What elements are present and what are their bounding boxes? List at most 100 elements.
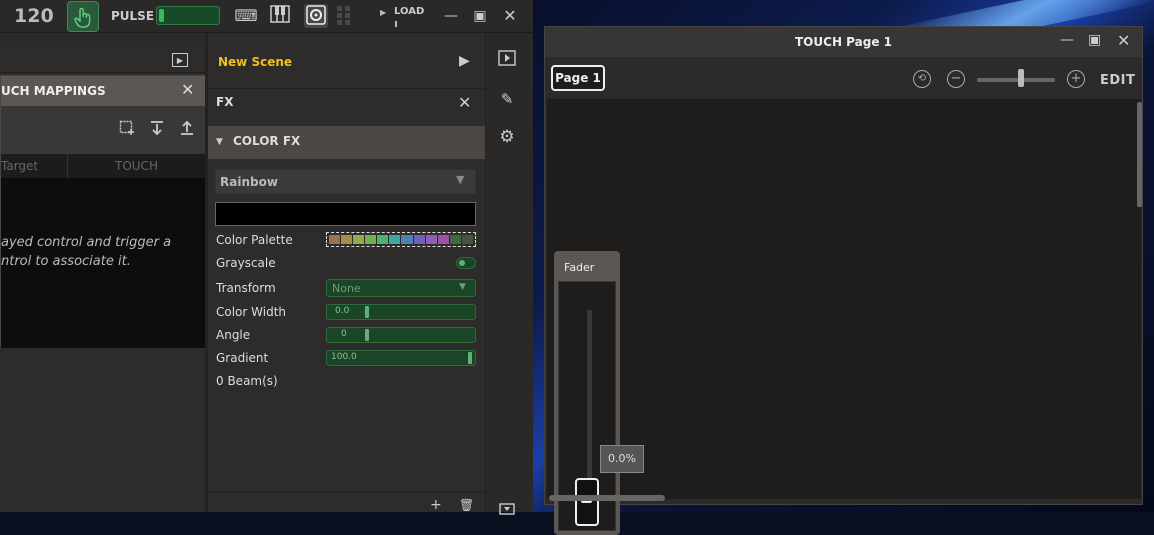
- touch-maximize-button[interactable]: ▣: [1088, 32, 1101, 48]
- play-icon[interactable]: ▶: [459, 53, 470, 69]
- add-mapping-icon[interactable]: [119, 120, 135, 139]
- touch-window-title: TOUCH Page 1: [795, 35, 892, 49]
- column-divider: [67, 154, 68, 178]
- transform-value: None: [332, 282, 361, 295]
- palette-swatch: [449, 235, 461, 244]
- pencil-icon[interactable]: ✎: [496, 88, 518, 110]
- angle-label: Angle: [216, 328, 251, 342]
- color-width-value: 0.0: [335, 306, 350, 316]
- load-label[interactable]: LOAD: [394, 6, 424, 17]
- maximize-button[interactable]: ▣: [470, 6, 490, 26]
- beam-count: 0 Beam(s): [216, 374, 278, 388]
- fader-handle[interactable]: [575, 478, 599, 526]
- import-icon[interactable]: [149, 120, 165, 139]
- palette-swatch: [437, 235, 449, 244]
- bpm-display[interactable]: 120: [14, 5, 54, 27]
- touch-canvas: Fader 0.0%: [547, 99, 1142, 535]
- load-arrow-icon[interactable]: ▶: [380, 8, 386, 17]
- play-panel-icon[interactable]: [496, 50, 518, 72]
- color-width-slider[interactable]: 0.0: [326, 304, 476, 320]
- zoom-in-icon[interactable]: +: [1067, 70, 1085, 88]
- load-meter: [395, 21, 397, 27]
- mappings-list: ayed control and trigger a ntrol to asso…: [1, 178, 209, 348]
- slider-knob[interactable]: [364, 306, 369, 318]
- fx-title: FX: [216, 95, 234, 109]
- palette-swatch: [329, 235, 341, 244]
- mappings-close-icon[interactable]: ✕: [181, 80, 194, 99]
- grayscale-label: Grayscale: [216, 256, 276, 270]
- add-icon[interactable]: +: [430, 497, 442, 513]
- fx-bottom-bar: + 🗑: [208, 491, 488, 513]
- palette-swatch: [425, 235, 437, 244]
- scene-title[interactable]: New Scene: [218, 55, 292, 69]
- transform-label: Transform: [216, 281, 276, 295]
- palette-swatch: [461, 235, 473, 244]
- right-icon-strip: ✎ ⚙: [485, 33, 533, 515]
- column-target[interactable]: Target: [1, 159, 38, 173]
- reset-zoom-icon[interactable]: ⟲: [913, 70, 931, 88]
- hand-tap-icon: [74, 7, 91, 28]
- top-toolbar: 120 PULSE ⌨ ▶ LOAD — ▣ ✕: [0, 0, 533, 33]
- fader-value-tooltip: 0.0%: [600, 445, 644, 473]
- transform-dropdown[interactable]: None ▼: [326, 279, 476, 297]
- pulse-indicator[interactable]: [156, 6, 220, 25]
- gradient-value: 100.0: [331, 352, 357, 362]
- horizontal-scrollbar[interactable]: [549, 495, 665, 501]
- slider-knob[interactable]: [364, 329, 369, 341]
- trash-icon[interactable]: 🗑: [459, 498, 474, 512]
- gear-icon[interactable]: ⚙: [496, 126, 518, 148]
- touch-window-titlebar[interactable]: TOUCH Page 1 — ▣ ✕: [545, 27, 1142, 57]
- palette-swatch: [413, 235, 425, 244]
- grayscale-toggle[interactable]: [456, 257, 476, 269]
- chevron-down-icon[interactable]: ▼: [216, 137, 223, 147]
- mappings-toolbar: [1, 106, 211, 152]
- fx-close-icon[interactable]: ✕: [458, 93, 471, 112]
- page-tab[interactable]: Page 1: [551, 65, 605, 91]
- mappings-header: UCH MAPPINGS ✕: [1, 76, 211, 106]
- palette-swatch: [341, 235, 353, 244]
- tap-tempo-button[interactable]: [67, 1, 99, 32]
- touch-mappings-panel: UCH MAPPINGS ✕ Target TOUCH ayed control…: [0, 75, 211, 348]
- fader-label: Fader: [564, 261, 595, 274]
- vertical-scrollbar[interactable]: [1137, 102, 1142, 207]
- touch-minimize-button[interactable]: —: [1060, 32, 1074, 48]
- zoom-slider-knob[interactable]: [1018, 69, 1024, 87]
- export-icon[interactable]: [179, 120, 195, 139]
- fx-preset-value: Rainbow: [220, 175, 278, 189]
- minimize-button[interactable]: —: [441, 6, 461, 26]
- palette-swatch: [353, 235, 365, 244]
- zoom-out-icon[interactable]: −: [947, 70, 965, 88]
- fx-preset-dropdown[interactable]: Rainbow ▼: [215, 169, 476, 194]
- touch-close-button[interactable]: ✕: [1117, 31, 1130, 50]
- mappings-title: UCH MAPPINGS: [1, 84, 106, 98]
- angle-slider[interactable]: 0: [326, 327, 476, 343]
- mappings-column-header: Target TOUCH: [1, 154, 209, 178]
- fader-control[interactable]: Fader: [554, 251, 620, 535]
- panel-collapse-icon[interactable]: ▶: [172, 53, 188, 67]
- scene-fx-panel: New Scene ▶ FX ✕ ▼ COLOR FX Rainbow ▼ Co…: [205, 33, 488, 513]
- color-palette-swatch[interactable]: [326, 232, 476, 247]
- edit-button[interactable]: EDIT: [1100, 73, 1135, 88]
- collapse-bottom-icon[interactable]: [496, 499, 518, 521]
- speaker-icon[interactable]: [304, 4, 328, 28]
- color-width-label: Color Width: [216, 305, 287, 319]
- keyboard-icon[interactable]: ⌨: [234, 4, 258, 28]
- piano-icon[interactable]: [268, 4, 292, 28]
- transform-chevron-icon: ▼: [459, 282, 466, 292]
- palette-swatch: [401, 235, 413, 244]
- main-app-window: 120 PULSE ⌨ ▶ LOAD — ▣ ✕ ▶ UCH MAPPINGS …: [0, 0, 533, 515]
- gradient-slider[interactable]: 100.0: [326, 350, 476, 366]
- gradient-label: Gradient: [216, 351, 269, 365]
- palette-swatch: [389, 235, 401, 244]
- hint-line-1: ayed control and trigger a: [1, 235, 172, 250]
- dropdown-chevron-icon: ▼: [456, 173, 465, 186]
- hint-line-2: ntrol to associate it.: [1, 254, 131, 269]
- slider-knob[interactable]: [468, 352, 473, 364]
- palette-swatch: [377, 235, 389, 244]
- close-button[interactable]: ✕: [500, 6, 520, 26]
- palette-swatch: [365, 235, 377, 244]
- column-touch[interactable]: TOUCH: [115, 159, 158, 173]
- zoom-slider[interactable]: [977, 78, 1055, 82]
- touch-page-window: TOUCH Page 1 — ▣ ✕ Page 1 ⟲ − + EDIT Fad…: [544, 26, 1143, 535]
- grid-icon[interactable]: [332, 4, 356, 28]
